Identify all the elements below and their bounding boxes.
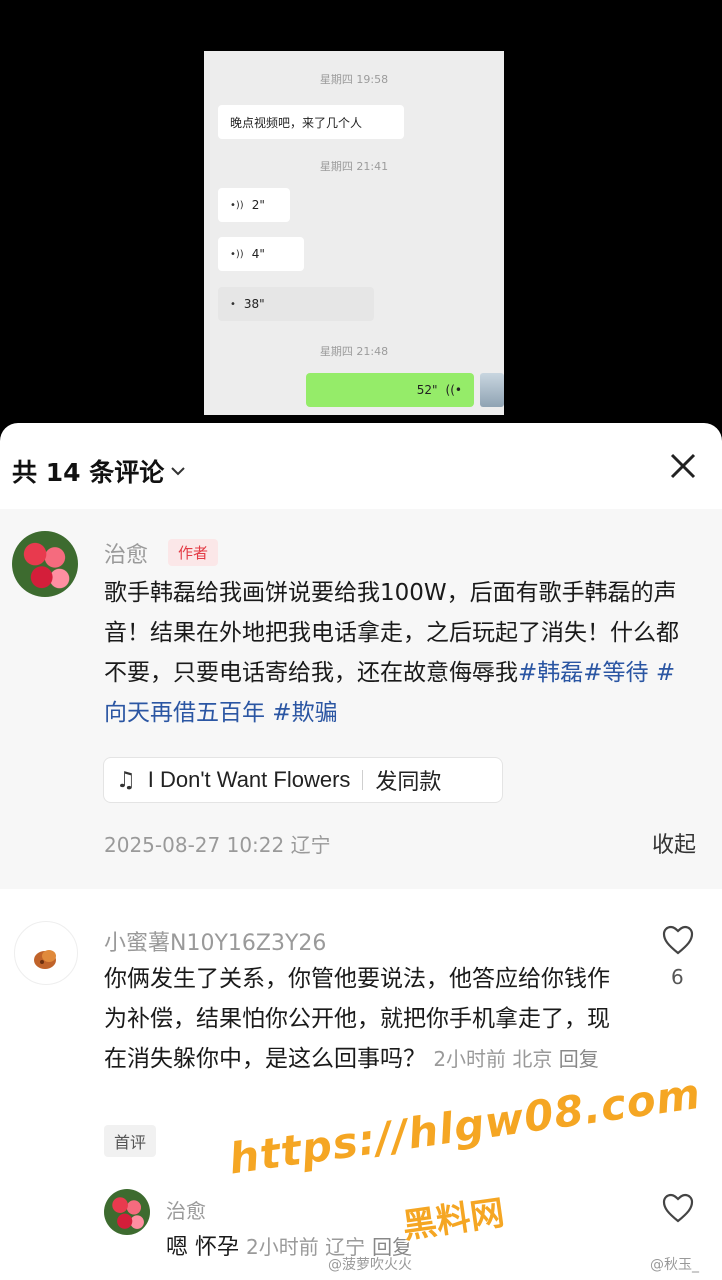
chat-screenshot[interactable]: 星期四 19:58 晚点视频吧，来了几个人 星期四 21:41 •)) 2" •)… <box>204 51 504 415</box>
voice-bubble: • 38" <box>218 287 374 321</box>
comment-text: 歌手韩磊给我画饼说要给我100W，后面有歌手韩磊的声音！结果在外地把我电话拿走，… <box>104 580 679 726</box>
first-comment-badge: 首评 <box>104 1125 157 1157</box>
watermark-handle: @菠萝吹火火 <box>328 1257 412 1273</box>
hashtag[interactable]: #欺骗 <box>265 700 337 726</box>
comment-text: 你俩发生了关系，你管他要说法，他答应给你钱作为补偿，结果怕你公开他，就把你手机拿… <box>104 966 610 1072</box>
comment-count-title: 共 14 条评论 <box>12 458 165 487</box>
voice-wave-icon: •)) <box>230 199 244 211</box>
voice-wave-icon: ((• <box>445 383 462 397</box>
use-same-sound-button[interactable]: 发同款 <box>375 764 441 796</box>
commenter-name[interactable]: 小蜜薯N10Y16Z3Y26 <box>104 925 326 957</box>
avatar[interactable] <box>14 921 78 985</box>
chat-message: 晚点视频吧，来了几个人 <box>230 115 363 130</box>
comment-count-header[interactable]: 共 14 条评论 <box>12 453 186 489</box>
commenter-name[interactable]: 治愈 <box>104 537 148 569</box>
reply-button[interactable]: 回复 <box>559 1047 599 1071</box>
collapse-button[interactable]: 收起 <box>652 827 696 859</box>
voice-bubble: •)) 2" <box>218 188 290 222</box>
chat-text-bubble: 晚点视频吧，来了几个人 <box>218 105 404 139</box>
music-title: I Don't Want Flowers <box>147 767 351 792</box>
heart-icon[interactable] <box>662 925 694 959</box>
avatar[interactable] <box>104 1189 150 1235</box>
like-count: 6 <box>671 965 684 989</box>
divider <box>362 770 364 790</box>
comment-time-location: 2025-08-27 10:22 辽宁 <box>104 833 331 857</box>
voice-wave-icon: • <box>230 298 236 310</box>
voice-wave-icon: •)) <box>230 248 244 260</box>
author-badge: 作者 <box>168 539 219 566</box>
chat-avatar <box>480 373 504 407</box>
comment-time-location: 2小时前 北京 <box>433 1047 553 1071</box>
music-note-icon: ♫ <box>116 767 136 793</box>
shared-screenshot: 星期四 19:58 晚点视频吧，来了几个人 星期四 21:41 •)) 2" •)… <box>0 0 722 432</box>
music-card[interactable]: ♫ I Don't Want Flowers 发同款 <box>103 757 503 803</box>
hashtag[interactable]: #韩磊 <box>518 660 583 686</box>
chat-timestamp: 星期四 21:41 <box>319 160 389 173</box>
voice-bubble: •)) 4" <box>218 237 304 271</box>
voice-bubble-sent: 52" ((• <box>306 373 474 407</box>
chat-timestamp: 星期四 21:48 <box>319 345 389 358</box>
hashtag[interactable]: #等待 <box>583 660 648 686</box>
avatar[interactable] <box>12 531 78 597</box>
watermark-handle: @秋玉_ <box>650 1257 699 1273</box>
close-icon[interactable] <box>666 449 700 483</box>
author-comment: 治愈 作者 歌手韩磊给我画饼说要给我100W，后面有歌手韩磊的声音！结果在外地把… <box>0 509 722 889</box>
commenter-name[interactable]: 治愈 <box>166 1195 206 1224</box>
heart-icon[interactable] <box>662 1193 694 1227</box>
chat-timestamp: 星期四 19:58 <box>319 73 389 86</box>
chevron-down-icon <box>170 462 186 481</box>
